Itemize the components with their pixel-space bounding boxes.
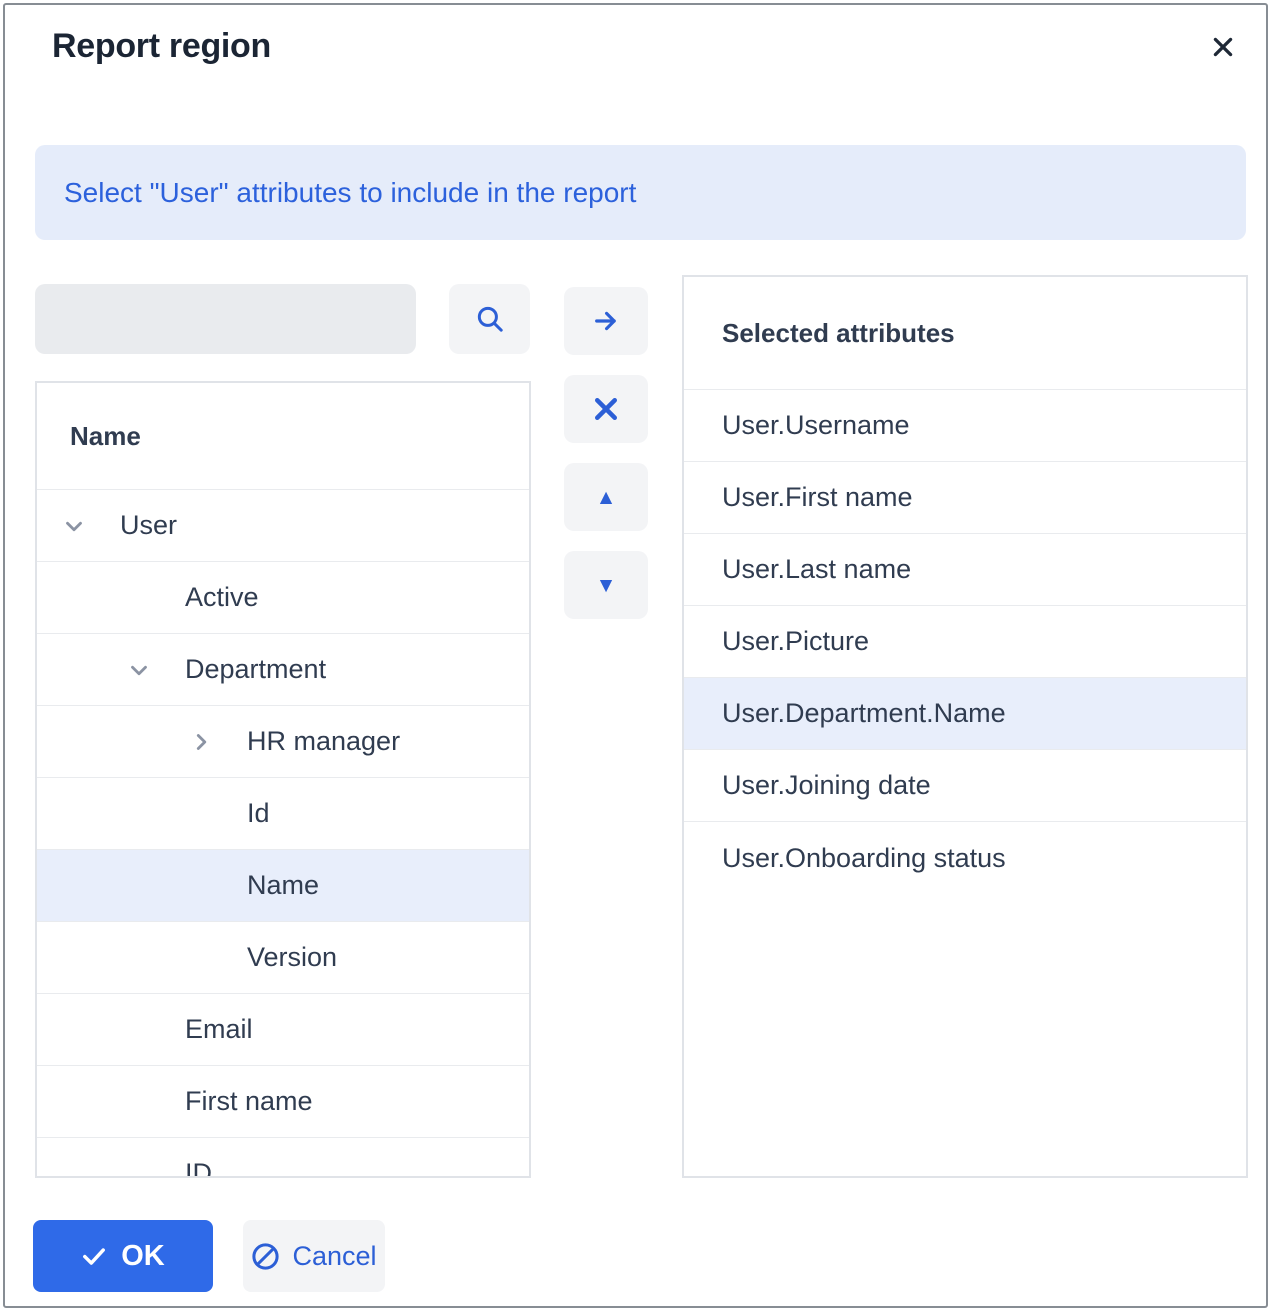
tree-row-label: ID: [185, 1158, 212, 1178]
selected-attributes-panel: Selected attributes User.Username User.F…: [682, 275, 1248, 1178]
tree-row-label: Version: [247, 942, 337, 973]
x-remove-icon: [591, 394, 621, 424]
info-banner: Select "User" attributes to include in t…: [35, 145, 1246, 240]
tree-row-label: Name: [247, 870, 319, 901]
triangle-up-icon: ▲: [596, 487, 617, 508]
close-button[interactable]: [1197, 21, 1249, 73]
tree-row[interactable]: User: [37, 490, 529, 562]
tree-row-label: Department: [185, 654, 326, 685]
cancel-button[interactable]: Cancel: [243, 1220, 385, 1292]
circle-slash-icon: [251, 1242, 280, 1271]
selected-attribute-row[interactable]: User.Username: [684, 390, 1246, 462]
selected-attribute-label: User.Joining date: [722, 770, 931, 801]
selected-rows: User.Username User.First name User.Last …: [684, 390, 1246, 894]
selected-attributes-header: Selected attributes: [684, 277, 1246, 390]
tree-row[interactable]: Id: [37, 778, 529, 850]
search-icon: [474, 303, 506, 335]
selected-attribute-row[interactable]: User.Picture: [684, 606, 1246, 678]
tree-row[interactable]: Email: [37, 994, 529, 1066]
tree-row-label: First name: [185, 1086, 313, 1117]
move-right-button[interactable]: [564, 287, 648, 355]
check-icon: [81, 1243, 107, 1269]
selected-attribute-row[interactable]: User.Joining date: [684, 750, 1246, 822]
chevron-down-icon[interactable]: [60, 512, 88, 540]
selected-attribute-label: User.Onboarding status: [722, 843, 1006, 874]
tree-row[interactable]: Version: [37, 922, 529, 994]
ok-button[interactable]: OK: [33, 1220, 213, 1292]
tree-rows: User Active Department HR manager Id Nam…: [37, 490, 529, 1178]
tree-row[interactable]: First name: [37, 1066, 529, 1138]
tree-row-label: HR manager: [247, 726, 400, 757]
tree-row[interactable]: ID: [37, 1138, 529, 1178]
selected-attribute-row[interactable]: User.Last name: [684, 534, 1246, 606]
close-icon: [1210, 34, 1236, 60]
chevron-right-icon[interactable]: [187, 728, 215, 756]
selected-attribute-label: User.First name: [722, 482, 913, 513]
tree-row[interactable]: HR manager: [37, 706, 529, 778]
tree-header: Name: [37, 383, 529, 490]
chevron-down-icon[interactable]: [125, 656, 153, 684]
dialog-title: Report region: [52, 27, 271, 66]
tree-row[interactable]: Name: [37, 850, 529, 922]
selected-attribute-label: User.Department.Name: [722, 698, 1006, 729]
selected-attribute-label: User.Username: [722, 410, 910, 441]
remove-button[interactable]: [564, 375, 648, 443]
selected-attribute-row[interactable]: User.Department.Name: [684, 678, 1246, 750]
tree-row-label: Email: [185, 1014, 253, 1045]
selected-attribute-label: User.Last name: [722, 554, 911, 585]
arrow-right-icon: [592, 307, 620, 335]
triangle-down-icon: ▼: [596, 575, 617, 596]
search-button[interactable]: [449, 284, 530, 354]
tree-row-label: Active: [185, 582, 259, 613]
selected-attribute-label: User.Picture: [722, 626, 869, 657]
report-region-dialog: Report region Select "User" attributes t…: [3, 3, 1268, 1308]
ok-label: OK: [121, 1240, 165, 1273]
tree-row-label: Id: [247, 798, 270, 829]
selected-attribute-row[interactable]: User.Onboarding status: [684, 822, 1246, 894]
tree-row-label: User: [120, 510, 177, 541]
tree-row[interactable]: Active: [37, 562, 529, 634]
search-input[interactable]: [35, 284, 416, 354]
cancel-label: Cancel: [292, 1241, 376, 1272]
selected-attribute-row[interactable]: User.First name: [684, 462, 1246, 534]
move-up-button[interactable]: ▲: [564, 463, 648, 531]
attributes-tree-panel: Name User Active Department HR manager I…: [35, 381, 531, 1178]
banner-text: Select "User" attributes to include in t…: [64, 177, 636, 209]
tree-row[interactable]: Department: [37, 634, 529, 706]
move-down-button[interactable]: ▼: [564, 551, 648, 619]
